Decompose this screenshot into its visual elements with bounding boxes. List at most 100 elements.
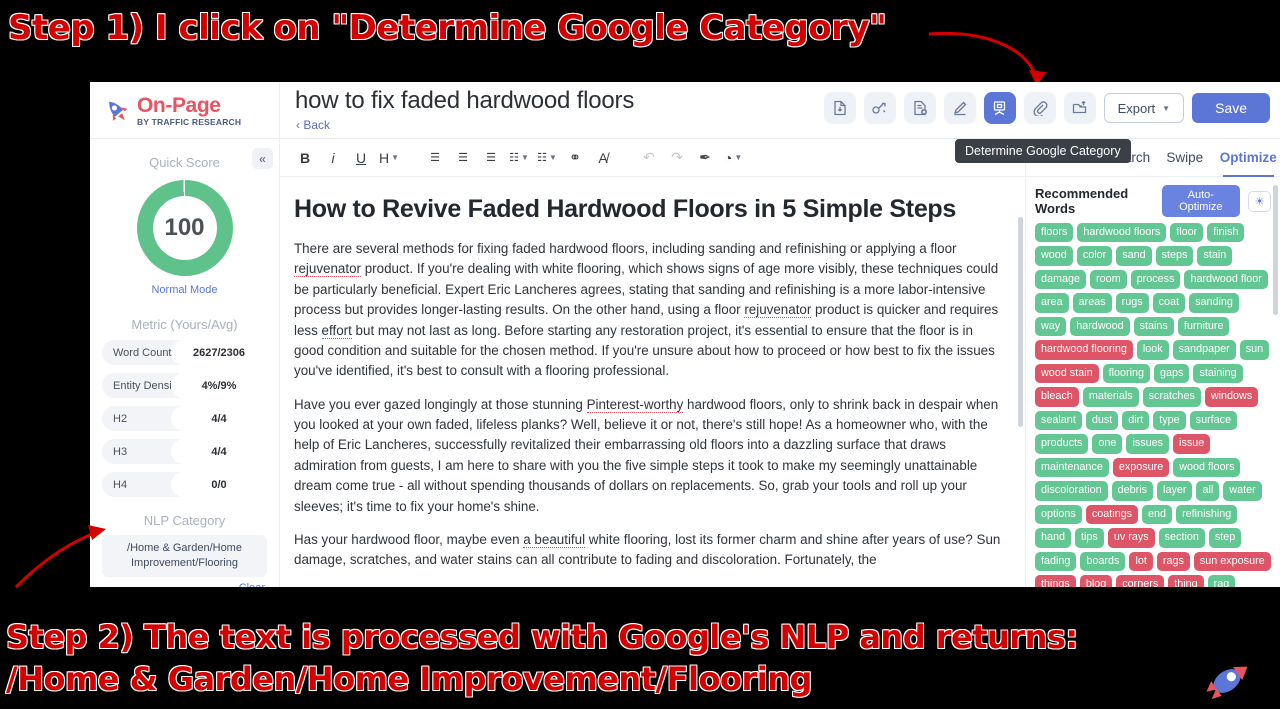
word-chip[interactable]: steps: [1155, 246, 1194, 266]
word-chip[interactable]: tips: [1075, 528, 1104, 548]
word-chip[interactable]: exposure: [1112, 457, 1170, 478]
word-chip[interactable]: floor: [1170, 223, 1204, 243]
word-chip[interactable]: issue: [1173, 434, 1211, 454]
word-chip[interactable]: surface: [1189, 410, 1238, 431]
word-chip[interactable]: discoloration: [1035, 481, 1108, 501]
word-chip[interactable]: boards: [1080, 551, 1126, 572]
word-chip[interactable]: options: [1035, 504, 1082, 525]
word-chip[interactable]: rugs: [1115, 293, 1149, 313]
word-chip[interactable]: sun exposure: [1193, 551, 1271, 572]
share-export-icon[interactable]: [1063, 92, 1096, 124]
import-doc-icon[interactable]: [823, 92, 856, 124]
word-chip[interactable]: products: [1035, 434, 1089, 454]
word-chip[interactable]: look: [1136, 340, 1169, 360]
editor-scrollbar[interactable]: [1018, 217, 1023, 427]
sparkle-settings-icon[interactable]: ☀: [1248, 190, 1271, 212]
word-chip[interactable]: dust: [1085, 410, 1119, 431]
word-chip[interactable]: stains: [1133, 316, 1174, 337]
word-chip[interactable]: sand: [1116, 246, 1152, 266]
word-chip[interactable]: hardwood flooring: [1035, 340, 1133, 360]
tab-optimize[interactable]: Optimize: [1217, 139, 1280, 177]
word-chip[interactable]: way: [1035, 316, 1067, 337]
word-chip[interactable]: things: [1035, 575, 1076, 587]
spellcheck-word[interactable]: rejuvenator: [294, 261, 361, 278]
word-chip[interactable]: bleach: [1035, 387, 1079, 407]
word-chip[interactable]: sun: [1239, 340, 1270, 360]
heading-dropdown[interactable]: H ▼: [376, 145, 402, 171]
bold-button[interactable]: B: [292, 145, 318, 171]
word-chip[interactable]: type: [1153, 410, 1186, 431]
insert-link-button[interactable]: ⚭: [562, 145, 588, 171]
word-chip[interactable]: thing: [1168, 575, 1204, 587]
underline-button[interactable]: U: [348, 145, 374, 171]
ordered-list-dropdown[interactable]: ☷ ▼: [506, 145, 532, 171]
auto-optimize-button[interactable]: Auto-Optimize: [1161, 185, 1240, 217]
paint-format-dropdown[interactable]: ◔ ▼: [720, 145, 746, 171]
word-chip[interactable]: issues: [1126, 434, 1170, 454]
spellcheck-word[interactable]: rejuvenator: [744, 302, 812, 319]
word-chip[interactable]: floors: [1035, 223, 1074, 243]
word-chip[interactable]: water: [1223, 481, 1262, 501]
word-chip[interactable]: room: [1090, 269, 1127, 290]
word-chip[interactable]: fading: [1035, 551, 1077, 572]
word-chip[interactable]: end: [1142, 504, 1173, 525]
word-chip[interactable]: wood floors: [1173, 457, 1241, 478]
word-chip[interactable]: dirt: [1122, 410, 1150, 431]
word-chip[interactable]: section: [1158, 528, 1205, 548]
word-chip[interactable]: sandpaper: [1172, 340, 1236, 360]
word-chip[interactable]: all: [1196, 481, 1220, 501]
word-chip[interactable]: flooring: [1102, 363, 1151, 384]
brand-logo-block[interactable]: On-Page BY TRAFFIC RESEARCH: [90, 82, 280, 139]
word-chip[interactable]: step: [1208, 528, 1242, 548]
word-chip[interactable]: finish: [1207, 223, 1245, 243]
word-chip[interactable]: hardwood floor: [1184, 269, 1268, 290]
attachment-icon[interactable]: [1023, 92, 1056, 124]
unordered-list-dropdown[interactable]: ☷ ▼: [534, 145, 560, 171]
word-chip[interactable]: gaps: [1154, 363, 1190, 384]
word-chip[interactable]: area: [1035, 293, 1069, 313]
word-chip[interactable]: process: [1130, 269, 1181, 290]
undo-button[interactable]: ↶: [636, 145, 662, 171]
word-chip[interactable]: hardwood: [1070, 316, 1130, 337]
spellcheck-word[interactable]: Pinterest-worthy: [586, 396, 684, 413]
word-chip[interactable]: rag: [1207, 575, 1236, 587]
clear-nlp-link[interactable]: Clear: [90, 577, 279, 587]
determine-google-category-icon[interactable]: [983, 92, 1016, 124]
word-chip[interactable]: windows: [1204, 387, 1259, 407]
word-chip[interactable]: furniture: [1177, 316, 1230, 337]
word-chip[interactable]: layer: [1157, 481, 1193, 501]
word-chip[interactable]: maintenance: [1035, 457, 1109, 478]
word-chip[interactable]: materials: [1082, 387, 1139, 407]
save-button[interactable]: Save: [1192, 93, 1270, 123]
clear-formatting-button[interactable]: A̸: [590, 145, 616, 171]
score-mode-label[interactable]: Normal Mode: [90, 284, 279, 296]
highlight-pen-button[interactable]: ✒: [692, 145, 718, 171]
word-chip[interactable]: hand: [1035, 528, 1072, 548]
word-chip[interactable]: corners: [1116, 575, 1165, 587]
word-chip[interactable]: wood stain: [1035, 363, 1099, 384]
word-chip[interactable]: wood: [1035, 246, 1073, 266]
redo-button[interactable]: ↷: [664, 145, 690, 171]
word-chip[interactable]: coatings: [1085, 504, 1139, 525]
word-chip[interactable]: debris: [1111, 481, 1154, 501]
ai-wand-icon[interactable]: [863, 92, 896, 124]
spellcheck-word[interactable]: a beautiful: [523, 531, 586, 548]
export-button[interactable]: Export ▼: [1103, 93, 1185, 123]
word-chip[interactable]: color: [1076, 246, 1113, 266]
panel-scrollbar[interactable]: [1273, 185, 1278, 315]
tab-swipe[interactable]: Swipe: [1153, 139, 1217, 177]
word-chip[interactable]: uv rays: [1107, 528, 1155, 548]
word-chip[interactable]: sealant: [1035, 410, 1082, 431]
align-left-button[interactable]: ☰: [422, 145, 448, 171]
word-chip[interactable]: hardwood floors: [1077, 223, 1167, 243]
word-chip[interactable]: areas: [1072, 293, 1112, 313]
edit-pencil-icon[interactable]: [943, 92, 976, 124]
word-chip[interactable]: scratches: [1142, 387, 1201, 407]
word-chip[interactable]: one: [1092, 434, 1123, 454]
word-chip[interactable]: damage: [1035, 269, 1087, 290]
italic-button[interactable]: i: [320, 145, 346, 171]
sidebar-collapse-button[interactable]: «: [252, 148, 273, 169]
word-chip[interactable]: staining: [1193, 363, 1243, 384]
word-chip[interactable]: sanding: [1189, 293, 1239, 313]
delete-doc-icon[interactable]: [903, 92, 936, 124]
